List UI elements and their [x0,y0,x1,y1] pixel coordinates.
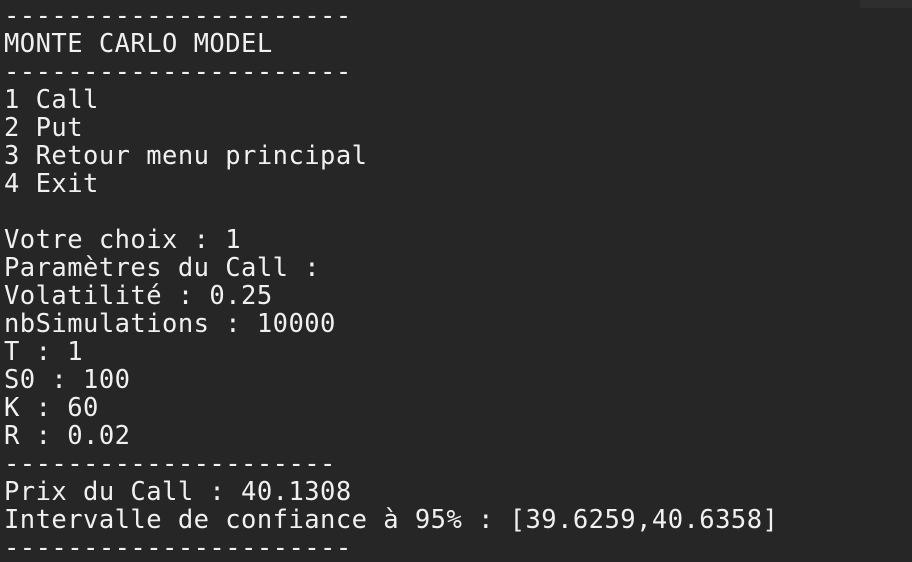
param-r: R : 0.02 [4,421,131,451]
model-title: MONTE CARLO MODEL [4,29,273,59]
params-header: Paramètres du Call : [4,253,321,283]
result-price: Prix du Call : 40.1308 [4,477,352,507]
rule-before-result: --------------------- [4,449,336,479]
menu-option-put: 2 Put [4,113,84,143]
rule-under-title: ---------------------- [4,57,352,87]
param-s0: S0 : 100 [4,365,131,395]
rule-top: ---------------------- [4,1,352,31]
menu-option-call: 1 Call [4,85,99,115]
param-t: T : 1 [4,337,84,367]
param-k: K : 60 [4,393,99,423]
param-volatility: Volatilité : 0.25 [4,281,273,311]
param-nb-simulations: nbSimulations : 10000 [4,309,336,339]
menu-option-return: 3 Retour menu principal [4,141,368,171]
rule-bottom: ---------------------- [4,533,352,562]
result-confidence-interval: Intervalle de confiance à 95% : [39.6259… [4,505,779,535]
choice-prompt: Votre choix : 1 [4,225,242,255]
menu-option-exit: 4 Exit [4,169,99,199]
terminal-window[interactable]: ---------------------- MONTE CARLO MODEL… [0,0,912,562]
scrollbar-track[interactable] [860,0,912,8]
